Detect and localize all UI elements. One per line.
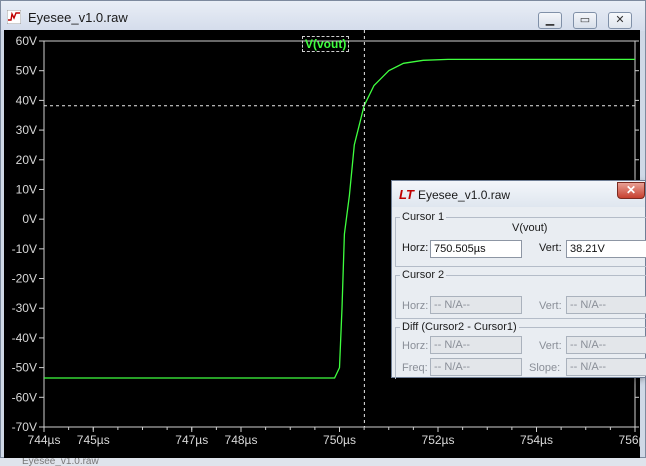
dialog-title: Eyesee_v1.0.raw	[418, 188, 511, 202]
y-tick-label: 50V	[16, 64, 37, 78]
diff-group: Diff (Cursor2 - Cursor1) Horz: -- N/A-- …	[395, 321, 646, 379]
cursor2-horz-label: Horz:	[402, 300, 429, 312]
minimize-icon: ▁	[545, 14, 555, 26]
x-tick-label: 744µs	[28, 433, 61, 447]
y-tick-label: 20V	[16, 153, 37, 167]
y-tick-label: -70V	[12, 420, 37, 434]
diff-vert-field: -- N/A--	[566, 336, 646, 354]
y-tick-label: -20V	[12, 272, 37, 286]
title-bar[interactable]: Eyesee_v1.0.raw ▁ ▭ ✕	[1, 1, 645, 31]
cursor1-vert-label: Vert:	[539, 242, 562, 254]
x-tick-label: 756µs	[619, 433, 640, 447]
cursor1-vert-field[interactable]: 38.21V	[566, 240, 646, 258]
cursor1-trace: V(vout)	[512, 222, 548, 234]
cursor1-group: Cursor 1 V(vout) Horz: 750.505µs Vert: 3…	[395, 211, 646, 267]
y-tick-label: 0V	[22, 212, 37, 226]
diff-horz-field: -- N/A--	[430, 336, 522, 354]
minimize-button[interactable]: ▁	[538, 12, 562, 29]
diff-freq-field: -- N/A--	[430, 358, 522, 376]
y-tick-label: -30V	[12, 301, 37, 315]
diff-freq-label: Freq:	[402, 362, 428, 374]
y-tick-label: 10V	[16, 182, 37, 196]
y-tick-label: 60V	[16, 34, 37, 48]
diff-horz-label: Horz:	[402, 340, 429, 352]
x-tick-label: 748µs	[225, 433, 258, 447]
x-tick-label: 754µs	[520, 433, 553, 447]
cursor1-legend: Cursor 1	[400, 211, 447, 223]
maximize-icon: ▭	[579, 14, 591, 26]
window-title: Eyesee_v1.0.raw	[28, 10, 128, 25]
ltspice-logo-icon: LT	[399, 187, 414, 202]
x-tick-label: 752µs	[422, 433, 455, 447]
x-tick-label: 745µs	[77, 433, 110, 447]
dialog-title-bar[interactable]: LT Eyesee_v1.0.raw ✕	[392, 181, 645, 207]
maximize-button[interactable]: ▭	[573, 12, 597, 29]
cursor-dialog: LT Eyesee_v1.0.raw ✕ Cursor 1 V(vout) Ho…	[391, 180, 646, 379]
diff-slope-label: Slope:	[529, 362, 561, 374]
cursor2-group: Cursor 2 Horz: -- N/A-- Vert: -- N/A--	[395, 269, 646, 319]
waveform-icon	[7, 10, 21, 24]
close-icon: ✕	[615, 14, 625, 26]
y-tick-label: 30V	[16, 123, 37, 137]
y-tick-label: -60V	[12, 390, 37, 404]
close-icon: ✕	[625, 183, 637, 197]
y-tick-label: -10V	[12, 242, 37, 256]
x-tick-label: 747µs	[175, 433, 208, 447]
dialog-close-button[interactable]: ✕	[617, 182, 645, 199]
taskbar-item[interactable]: Eyesee_v1.0.raw	[22, 458, 99, 466]
diff-legend: Diff (Cursor2 - Cursor1)	[400, 321, 519, 333]
trace-label[interactable]: V(vout)	[302, 36, 350, 52]
diff-slope-field: -- N/A--	[566, 358, 646, 376]
y-tick-label: -40V	[12, 331, 37, 345]
cursor2-horz-field: -- N/A--	[430, 296, 522, 314]
y-tick-label: -50V	[12, 361, 37, 375]
diff-vert-label: Vert:	[539, 340, 562, 352]
cursor2-vert-label: Vert:	[539, 300, 562, 312]
cursor1-horz-field[interactable]: 750.505µs	[430, 240, 522, 258]
y-tick-label: 40V	[16, 93, 37, 107]
close-button[interactable]: ✕	[608, 12, 632, 29]
cursor2-legend: Cursor 2	[400, 269, 447, 281]
cursor1-horz-label: Horz:	[402, 242, 429, 254]
x-tick-label: 750µs	[323, 433, 356, 447]
cursor2-vert-field: -- N/A--	[566, 296, 646, 314]
